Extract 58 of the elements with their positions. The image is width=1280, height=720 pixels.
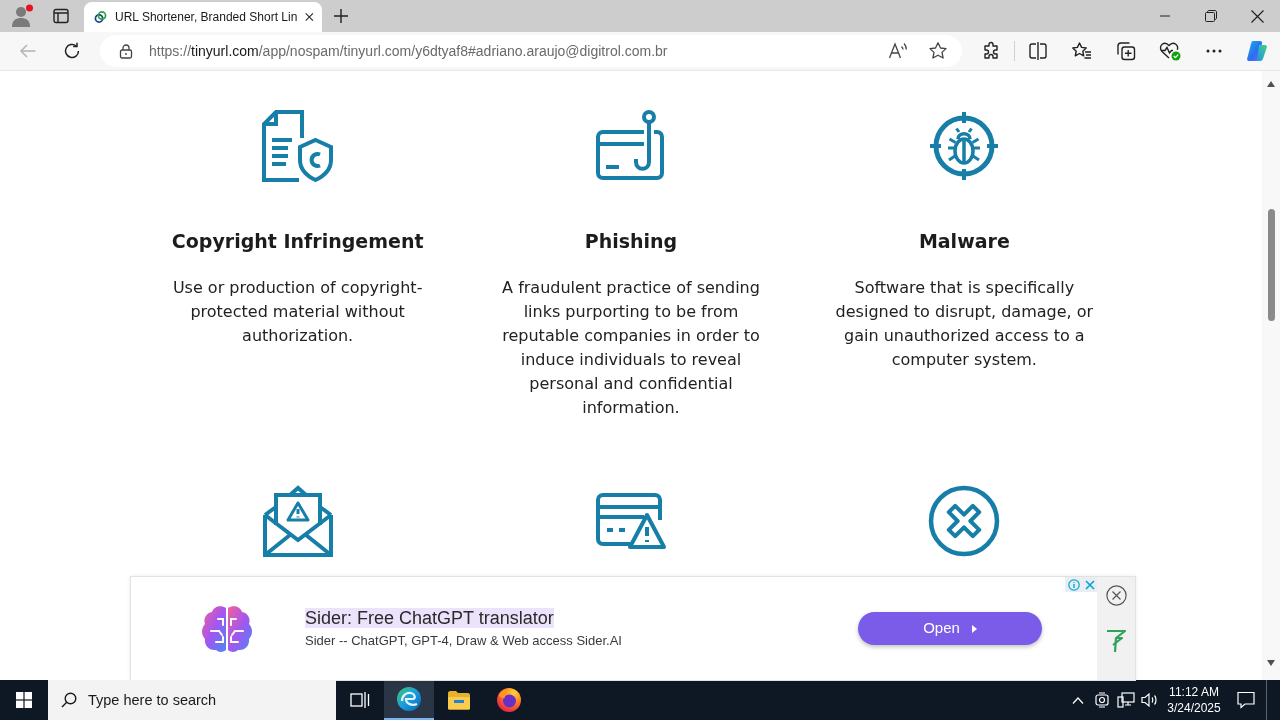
feature-description: A fraudulent practice of sending links purporting to be from reputable companies in order to induce individuals to reveal personal and confidential information. <box>501 277 761 419</box>
new-tab-icon[interactable] <box>333 8 349 24</box>
ad-title[interactable]: Sider: Free ChatGPT translator <box>305 608 554 628</box>
more-icon[interactable] <box>1206 49 1222 53</box>
feature-title: Malware <box>918 229 1010 253</box>
read-aloud-icon[interactable] <box>888 41 908 61</box>
heartbeat-icon[interactable] <box>1159 41 1181 61</box>
tab-close-icon[interactable] <box>305 11 314 23</box>
refresh-icon[interactable] <box>63 42 81 60</box>
feature-title: Copyright Infringement <box>171 229 424 253</box>
taskbar-search-field[interactable]: Type here to search <box>48 680 336 720</box>
bug-target-icon <box>928 110 1001 182</box>
network-icon[interactable] <box>1117 692 1135 708</box>
volume-icon[interactable] <box>1141 692 1159 708</box>
scroll-down-arrow-icon[interactable] <box>1267 660 1275 666</box>
scrollbar[interactable] <box>1262 71 1280 680</box>
profile-icon[interactable] <box>10 4 34 28</box>
camera-icon[interactable] <box>1095 692 1109 708</box>
favorites-icon[interactable] <box>1072 41 1092 61</box>
clock-time[interactable]: 11:12 AM <box>1169 684 1219 700</box>
document-shield-icon <box>261 110 334 182</box>
copilot-icon[interactable] <box>1245 39 1269 63</box>
browser-icon[interactable] <box>496 687 522 713</box>
card-hook-icon <box>595 110 667 182</box>
feature-description: Use or production of copyright-protected material without authorization. <box>171 277 424 347</box>
minimize-icon[interactable] <box>1159 15 1171 17</box>
browser-tab[interactable]: URL Shortener, Branded Short Lin <box>84 2 322 32</box>
task-view-icon[interactable] <box>350 691 370 709</box>
chevron-up-icon[interactable] <box>1072 696 1084 704</box>
collections-icon[interactable] <box>1116 41 1136 61</box>
address-bar[interactable]: https://tinyurl.com/app/nospam/tinyurl.com/y6dtyaf8#adriano.araujo@digitrol.com.br <box>100 35 962 67</box>
close-icon[interactable] <box>1250 9 1264 23</box>
scroll-up-arrow-icon[interactable] <box>1267 81 1275 87</box>
clock-date[interactable]: 3/24/2025 <box>1167 700 1221 716</box>
windows-logo-icon[interactable] <box>16 692 32 708</box>
circle-x-icon <box>928 485 1001 557</box>
ad-subtitle: Sider -- ChatGPT, GPT-4, Draw & Web access Sider.AI <box>305 633 622 649</box>
site-logo-icon <box>94 8 107 26</box>
open-button[interactable]: Open <box>858 612 1042 645</box>
brain-icon <box>201 604 253 653</box>
close-circle-icon[interactable] <box>1105 585 1127 606</box>
tab-actions-icon[interactable] <box>53 8 69 24</box>
card-warning-icon <box>595 492 667 550</box>
restore-icon[interactable] <box>1205 10 1217 22</box>
caret-icon <box>971 624 977 633</box>
search-icon <box>61 692 77 708</box>
feature-description: Software that is specifically designed to disrupt, damage, or gain unauthorized access to a computer system. <box>834 277 1095 371</box>
notification-icon[interactable] <box>1237 691 1255 709</box>
lock-icon[interactable] <box>118 43 134 59</box>
puzzle-icon[interactable] <box>981 41 1001 61</box>
flag-icon <box>1105 629 1127 653</box>
folder-icon[interactable] <box>447 690 471 710</box>
browser-icon[interactable] <box>396 686 422 712</box>
scrollbar-thumb[interactable] <box>1267 209 1275 321</box>
envelope-warning-icon <box>261 485 334 557</box>
split-screen-icon[interactable] <box>1028 41 1048 61</box>
feature-title: Phishing <box>584 229 678 253</box>
star-icon[interactable] <box>928 41 948 61</box>
